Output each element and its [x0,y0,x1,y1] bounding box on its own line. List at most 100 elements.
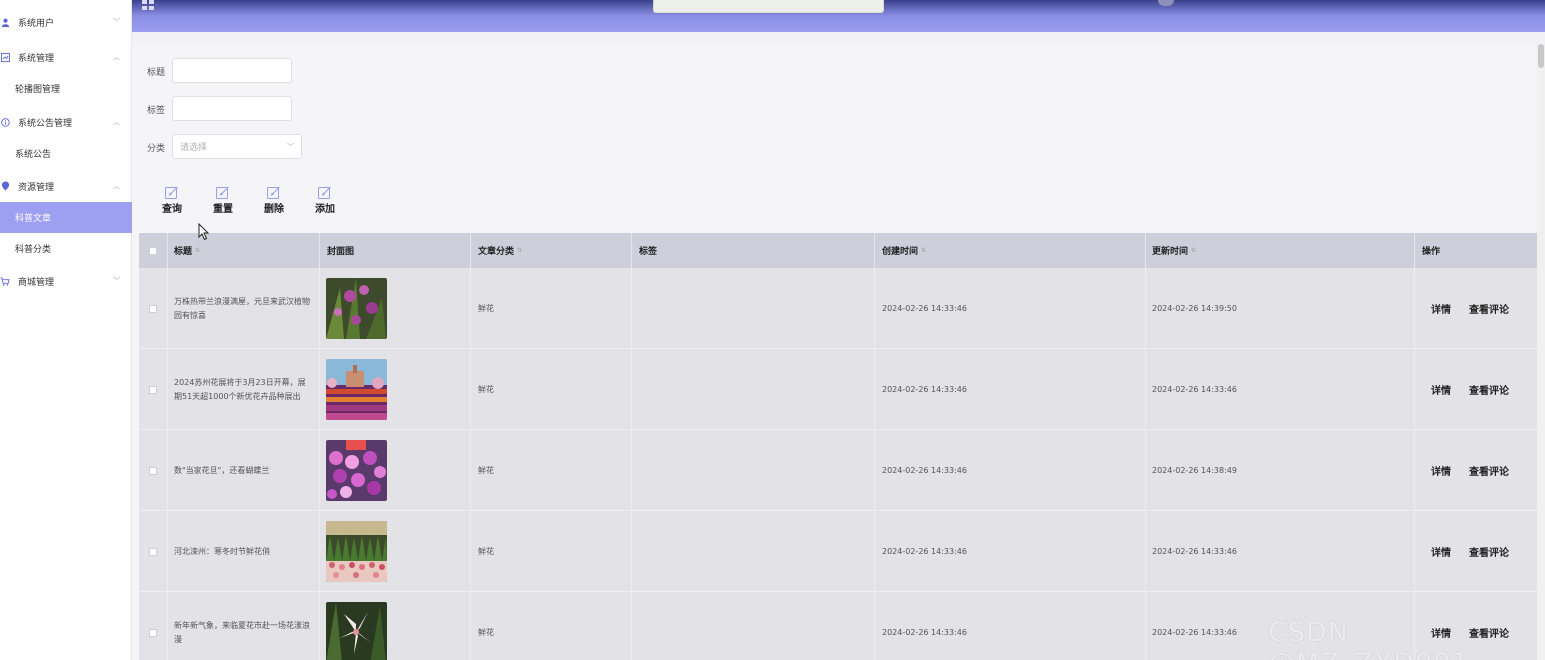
cover-image[interactable] [326,278,387,339]
tag-cell [632,592,875,660]
category-select-placeholder: 请选择 [180,143,208,153]
category-cell: 鲜花 [471,268,632,349]
row-checkbox[interactable] [149,547,157,556]
sort-icon[interactable]: ⇅ [517,247,522,254]
title-cell: 新年新气象，来临夏花市赴一场花漾浪漫 [168,592,320,660]
sidebar-item-shop-management[interactable]: 商城管理 ﹀ [0,265,132,297]
sidebar-item-label: 系统用户 [18,18,55,29]
table-row[interactable]: 2024苏州花展将于3月23日开幕，展期51天超1000个新优花卉品种展出 鲜花… [139,349,1537,430]
location-icon [0,181,10,191]
title-cell: 河北滦州：寒冬时节鲜花俏 [168,511,320,592]
sort-icon[interactable]: ⇅ [921,247,926,254]
menu-grid-icon[interactable] [142,0,154,10]
row-select-cell [139,349,168,430]
avatar[interactable] [1158,0,1174,6]
add-button[interactable]: 添加 [310,186,340,218]
detail-button[interactable]: 详情 [1431,382,1451,397]
tag-cell [632,268,875,349]
sidebar-item-label: 商城管理 [18,277,55,288]
cover-image[interactable] [326,359,387,420]
sidebar-item-science-categories[interactable]: 科普分类 [0,233,132,264]
actions-cell: 详情 查看评论 [1415,430,1537,511]
cover-image[interactable] [326,602,387,660]
sidebar: 系统用户 ﹀ 系统管理 ︿ 轮播图管理 系统公告管理 ︿ 系统公告 资源管理 ︿… [0,0,132,660]
category-select[interactable]: 请选择 ﹀ [172,134,302,159]
chevron-up-icon: ︿ [113,53,120,61]
column-header-label: 标签 [639,247,658,257]
actions-cell: 详情 查看评论 [1415,349,1537,430]
row-select-cell [139,511,168,592]
cover-cell [320,592,471,660]
row-select-cell [139,430,168,511]
select-all-checkbox[interactable] [149,246,157,255]
created-cell: 2024-02-26 14:33:46 [875,430,1146,511]
column-header-updated[interactable]: 更新时间 ⇅ [1146,233,1415,268]
cart-icon [0,276,10,286]
row-select-cell [139,268,168,349]
column-header-created[interactable]: 创建时间 ⇅ [875,233,1146,268]
title-cell: 2024苏州花展将于3月23日开幕，展期51天超1000个新优花卉品种展出 [168,349,320,430]
tag-input[interactable] [172,96,292,121]
column-header-label: 更新时间 [1152,247,1189,257]
view-comments-button[interactable]: 查看评论 [1469,463,1509,478]
view-comments-button[interactable]: 查看评论 [1469,382,1509,397]
tag-cell [632,511,875,592]
row-checkbox[interactable] [149,385,157,394]
view-comments-button[interactable]: 查看评论 [1469,544,1509,559]
table-row[interactable]: 数"当家花旦"，还看蝴蝶兰 鲜花 2024-02-26 14:33:46 202… [139,430,1537,511]
table-row[interactable]: 河北滦州：寒冬时节鲜花俏 鲜花 2024-02-26 14:33:46 2024… [139,511,1537,592]
edit-icon [216,186,229,199]
vertical-scrollbar[interactable] [1537,44,1545,660]
sidebar-item-announcement-management[interactable]: 系统公告管理 ︿ [0,106,132,138]
tag-cell [632,430,875,511]
created-cell: 2024-02-26 14:33:46 [875,349,1146,430]
category-cell: 鲜花 [471,430,632,511]
add-button-label: 添加 [315,204,335,215]
view-comments-button[interactable]: 查看评论 [1469,301,1509,316]
column-header-category[interactable]: 文章分类 ⇅ [471,233,632,268]
table-row[interactable]: 万株热带兰浪漫满屋，元旦来武汉植物园有惊喜 鲜花 2024-02-26 14:3… [139,268,1537,349]
sidebar-item-announcement[interactable]: 系统公告 [0,138,132,169]
sidebar-item-carousel[interactable]: 轮播图管理 [0,73,132,104]
column-header-label: 标题 [174,247,193,257]
row-checkbox[interactable] [149,304,157,313]
query-button-label: 查询 [162,204,182,215]
sidebar-item-label: 系统公告 [15,150,52,160]
title-cell: 数"当家花旦"，还看蝴蝶兰 [168,430,320,511]
chevron-up-icon: ︿ [113,118,120,126]
chart-icon [0,52,10,62]
tag-label: 标签 [147,106,166,116]
detail-button[interactable]: 详情 [1431,544,1451,559]
chevron-down-icon: ﹀ [113,18,120,26]
sidebar-item-label: 资源管理 [18,182,55,193]
title-input[interactable] [172,58,292,83]
sidebar-item-system-users[interactable]: 系统用户 ﹀ [0,6,132,38]
reset-button[interactable]: 重置 [208,186,238,218]
updated-cell: 2024-02-26 14:33:46 [1146,349,1415,430]
created-cell: 2024-02-26 14:33:46 [875,592,1146,660]
updated-cell: 2024-02-26 14:33:46 [1146,511,1415,592]
sidebar-item-resource-management[interactable]: 资源管理 ︿ [0,170,132,202]
detail-button[interactable]: 详情 [1431,463,1451,478]
column-header-label: 封面图 [327,247,355,257]
sidebar-item-system-management[interactable]: 系统管理 ︿ [0,41,132,73]
row-checkbox[interactable] [149,466,157,475]
sort-icon[interactable]: ⇅ [195,247,200,254]
detail-button[interactable]: 详情 [1431,301,1451,316]
delete-button[interactable]: 删除 [259,186,289,218]
category-cell: 鲜花 [471,511,632,592]
sort-icon[interactable]: ⇅ [1191,247,1196,254]
sidebar-item-label: 科普文章 [15,214,52,224]
title-label: 标题 [147,68,166,78]
info-icon [0,117,10,127]
mouse-cursor-icon [198,223,210,241]
select-all-cell [139,233,168,268]
column-header-title[interactable]: 标题 ⇅ [168,233,320,268]
cover-image[interactable] [326,521,387,582]
cover-image[interactable] [326,440,387,501]
query-button[interactable]: 查询 [157,186,187,218]
edit-icon [267,186,280,199]
row-checkbox[interactable] [149,628,157,637]
sidebar-item-science-articles[interactable]: 科普文章 [0,202,132,233]
chevron-down-icon: ﹀ [113,277,120,285]
